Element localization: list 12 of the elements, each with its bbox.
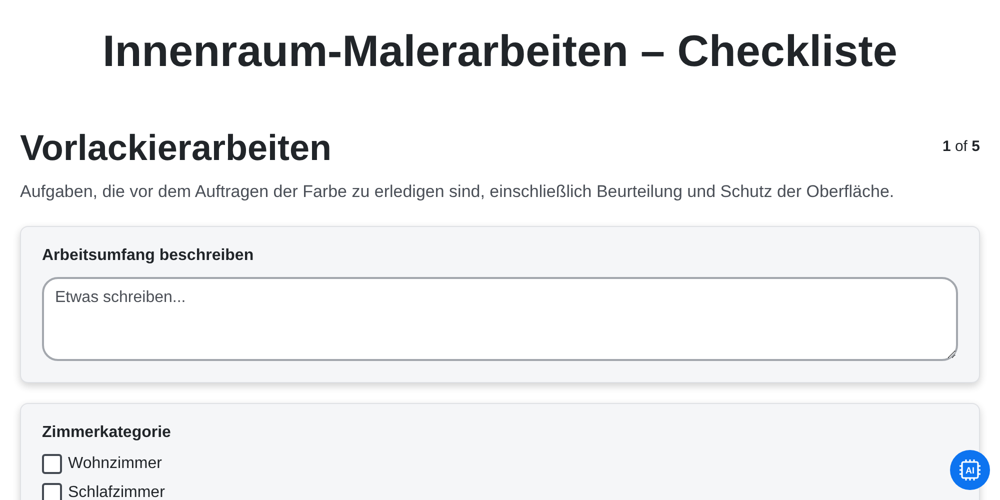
section-description: Aufgaben, die vor dem Auftragen der Farbe zu erledigen sind, einschließlich Beurteilung und Schutz der Oberfläche. [20,182,896,202]
checkbox[interactable] [42,454,62,474]
question-label: Arbeitsumfang beschreiben [42,247,255,265]
page-title: Innenraum-Malerarbeiten – Checkliste [102,26,898,78]
checkbox[interactable] [42,483,62,500]
chip-icon: AI [958,458,982,482]
checkbox-label[interactable]: Wohnzimmer [68,455,162,473]
checkbox-label[interactable]: Schlafzimmer [68,484,165,500]
question-label: Zimmerkategorie [42,424,172,442]
section-heading: Vorlackierarbeiten [20,126,332,170]
page-counter: 1 of 5 [942,138,980,155]
text-area[interactable]: Etwas schreiben... [42,277,958,361]
